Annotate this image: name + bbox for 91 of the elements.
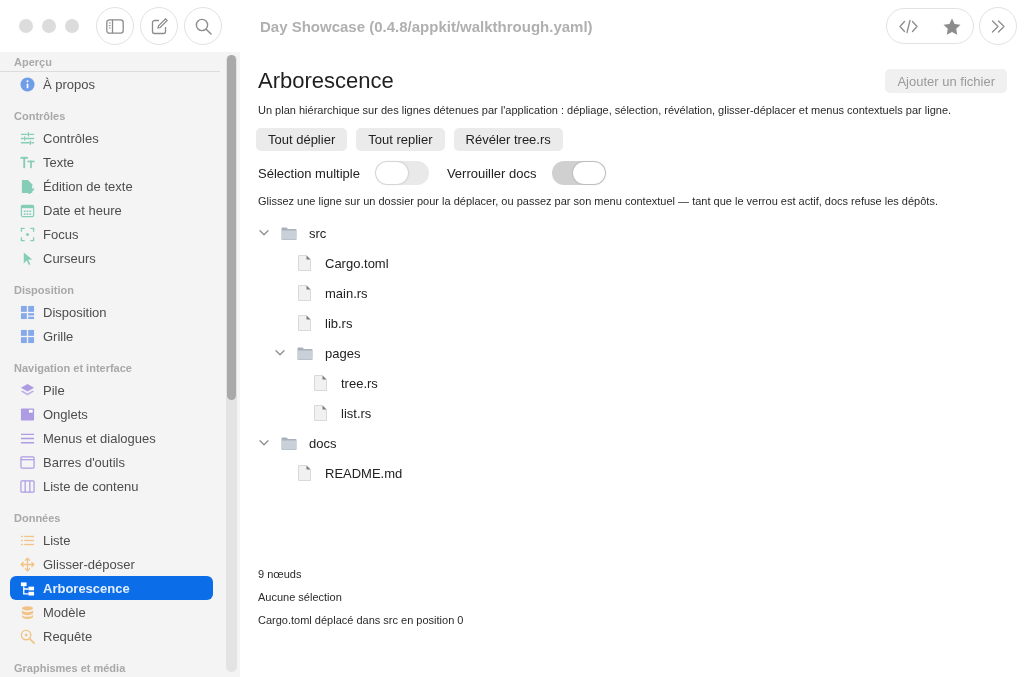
- calendar-icon: [20, 202, 35, 218]
- sidebar-item[interactable]: Liste: [10, 528, 213, 552]
- file-icon: [314, 375, 327, 391]
- sidebar-item[interactable]: Liste de contenu: [10, 474, 213, 498]
- sidebar-item[interactable]: Contrôles: [10, 126, 213, 150]
- chevron-down-icon[interactable]: [275, 350, 285, 356]
- action-button[interactable]: Tout replier: [356, 128, 445, 151]
- sidebar-item[interactable]: Pile: [10, 378, 213, 402]
- tree-item[interactable]: docs: [258, 428, 343, 458]
- status-text: Cargo.toml déplacé dans src en position 0: [258, 613, 464, 627]
- zoom-icon: [20, 628, 35, 644]
- toggle-switch[interactable]: [374, 161, 429, 185]
- section-header: Aperçu: [14, 55, 52, 69]
- tree-item[interactable]: Cargo.toml: [274, 248, 395, 278]
- chevron-down-icon[interactable]: [259, 440, 269, 446]
- more-button[interactable]: [979, 7, 1017, 45]
- toggle-label: Sélection multiple: [258, 165, 360, 181]
- sidebar-item[interactable]: Texte: [10, 150, 213, 174]
- section-header: Navigation et interface: [14, 361, 132, 376]
- description-text: Un plan hiérarchique sur des lignes détenues par l'application : dépliage, sélection, révélation, glisser-déplacer et menus contextuels par ligne.: [258, 103, 952, 117]
- sidebar-item[interactable]: Modèle: [10, 600, 213, 624]
- database-icon: [20, 604, 35, 620]
- document-pencil-icon: [20, 178, 35, 194]
- minimize-button[interactable]: [42, 19, 56, 33]
- compose-button[interactable]: [140, 7, 178, 45]
- page-title: Arborescence: [258, 68, 394, 94]
- layers-icon: [20, 382, 35, 398]
- action-button[interactable]: Tout déplier: [256, 128, 348, 151]
- sidebar-item[interactable]: Focus: [10, 222, 213, 246]
- sidebar-item[interactable]: Onglets: [10, 402, 213, 426]
- double-chevron-icon: [990, 19, 1006, 33]
- move-icon: [20, 556, 35, 572]
- sidebar-item[interactable]: Arborescence: [10, 576, 213, 600]
- tree-item[interactable]: pages: [274, 338, 367, 368]
- tree-item[interactable]: src: [258, 218, 333, 248]
- tabs-icon: [20, 406, 35, 422]
- sidebar-item[interactable]: Grille: [10, 324, 213, 348]
- search-icon: [194, 17, 212, 35]
- sidebar-item[interactable]: Glisser-déposer: [10, 552, 213, 576]
- window-icon: [20, 454, 35, 470]
- sliders-icon: [20, 130, 35, 146]
- focus-icon: [20, 226, 35, 242]
- star-icon: [942, 17, 961, 35]
- sidebar-item[interactable]: Édition de texte: [10, 174, 213, 198]
- status-text: Aucune sélection: [258, 590, 342, 604]
- tree-item[interactable]: README.md: [274, 458, 409, 488]
- folder-icon: [281, 436, 297, 450]
- sidebar-toggle-button[interactable]: [96, 7, 134, 45]
- scrollbar-thumb[interactable]: [227, 55, 236, 400]
- chevron-down-icon[interactable]: [259, 230, 269, 236]
- sidebar-item[interactable]: Requête: [10, 624, 213, 648]
- scrollbar[interactable]: [226, 55, 237, 672]
- window-title: Day Showcase (0.4.8/appkit/walkthrough.yaml): [260, 17, 593, 35]
- tree-item[interactable]: main.rs: [274, 278, 374, 308]
- code-icon: [899, 18, 918, 34]
- sidebar-item[interactable]: À propos: [10, 72, 213, 96]
- columns-icon: [20, 478, 35, 494]
- grid-icon: [20, 328, 35, 344]
- file-icon: [298, 315, 311, 331]
- toggle-switch[interactable]: [551, 161, 606, 185]
- toggle-label: Verrouiller docs: [446, 165, 537, 181]
- tree-icon: [20, 580, 35, 596]
- hint-text: Glissez une ligne sur un dossier pour la déplacer, ou passez par son menu contextuel — tant que le verrou est actif, docs refuse les dépôts.: [258, 194, 938, 208]
- tree-item[interactable]: tree.rs: [290, 368, 384, 398]
- layout-icon: [20, 304, 35, 320]
- tree-item[interactable]: lib.rs: [274, 308, 359, 338]
- file-icon: [314, 405, 327, 421]
- folder-icon: [281, 226, 297, 240]
- sidebar-item[interactable]: Date et heure: [10, 198, 213, 222]
- info-icon: [20, 76, 35, 92]
- section-header: Disposition: [14, 283, 74, 298]
- folder-icon: [297, 346, 313, 360]
- sidebar-item[interactable]: Barres d'outils: [10, 450, 213, 474]
- status-text: 9 nœuds: [258, 567, 302, 581]
- file-icon: [298, 285, 311, 301]
- file-icon: [298, 465, 311, 481]
- section-header: Données: [14, 511, 61, 526]
- sidebar-icon: [106, 18, 124, 34]
- action-button[interactable]: Révéler tree.rs: [453, 128, 563, 151]
- search-button[interactable]: [184, 7, 222, 45]
- tree-item[interactable]: list.rs: [290, 398, 378, 428]
- sidebar-item[interactable]: Menus et dialogues: [10, 426, 213, 450]
- section-header: Contrôles: [14, 109, 66, 124]
- close-button[interactable]: [19, 19, 33, 33]
- zoom-button[interactable]: [65, 19, 79, 33]
- file-icon: [298, 255, 311, 271]
- text-size-icon: [20, 154, 35, 170]
- section-header: Graphismes et média: [14, 661, 126, 676]
- sidebar-item[interactable]: Disposition: [10, 300, 213, 324]
- compose-icon: [150, 17, 168, 35]
- sidebar-item[interactable]: Curseurs: [10, 246, 213, 270]
